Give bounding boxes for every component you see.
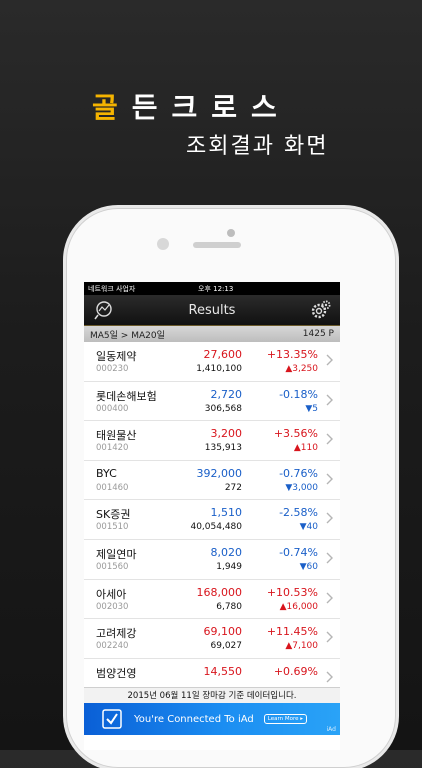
chevron-right-icon [326,433,333,445]
promo-title: 골든크로스 [92,86,291,126]
section-count: 1425 P [302,329,334,339]
stock-percent: -2.58% [279,506,318,520]
stock-price: 27,600 [203,348,243,361]
stock-percent: +13.35% [266,348,318,361]
section-label: MA5일 > MA20일 [90,330,165,341]
stock-volume: 1,949 [216,561,242,572]
table-row[interactable]: 태원물산 001420 3,200 135,913 +3.56% ▲110 [84,421,340,461]
stock-code: 000400 [96,403,129,414]
navigation-bar: Results [84,295,340,326]
stock-price: 392,000 [196,466,243,480]
stock-name: SK증권 [96,508,131,522]
stock-volume: 69,027 [210,641,243,652]
stock-name: 일동제약 [96,350,137,363]
stock-change: ▲16,000 [279,601,318,612]
stock-volume: 1,410,100 [196,364,242,374]
stock-price: 14,550 [203,664,243,678]
chevron-right-icon [326,592,333,604]
stock-code: 001510 [96,522,129,533]
stock-code: 001420 [96,443,129,454]
stock-name: 태원물산 [96,429,137,443]
stock-change: ▲7,100 [285,641,318,652]
stock-change: ▲110 [293,443,318,454]
learn-more-button[interactable]: Learn More ▸ [263,714,307,724]
stock-volume: 272 [224,482,242,493]
stock-price: 8,020 [210,545,243,559]
stock-code: 000230 [96,364,129,374]
stock-percent: +3.56% [273,427,318,441]
stock-volume: 6,780 [216,601,242,612]
stock-price: 1,510 [210,506,243,520]
stock-change: ▼5 [305,403,318,414]
stock-volume: 135,913 [204,443,242,454]
stock-price: 69,100 [203,625,243,639]
nav-title: Results [188,302,236,318]
stock-percent: -0.74% [279,545,318,559]
status-bar: 네트워크 사업자 오후 12:13 [84,282,340,295]
stock-percent: -0.76% [279,466,318,480]
section-header: MA5일 > MA20일 1425 P [84,326,340,342]
stock-change: ▼40 [299,522,318,533]
stock-percent: +0.69% [273,664,318,678]
stock-name: 아세아 [96,587,127,601]
carrier-label: 네트워크 사업자 [88,284,136,293]
table-row[interactable]: BYC 001460 392,000 272 -0.76% ▼3,000 [84,461,340,501]
chevron-right-icon [326,473,333,485]
stock-name: 고려제강 [96,627,137,641]
iad-text: You're Connected To iAd [134,713,254,725]
chevron-right-icon [326,512,333,524]
earpiece-speaker [193,242,241,248]
stock-price: 168,000 [196,585,243,599]
stock-code: 002240 [96,641,129,652]
app-screen: 네트워크 사업자 오후 12:13 Results MA5일 > MA20일 1… [84,282,340,750]
chevron-right-icon [326,552,333,564]
promo-title-rest: 든크로스 [131,91,291,124]
stock-code: 002030 [96,601,129,612]
stock-volume: 40,054,480 [190,522,242,533]
status-time: 오후 12:13 [198,284,234,293]
stock-change: ▼3,000 [285,482,318,493]
chevron-right-icon [326,394,333,406]
table-row[interactable]: 고려제강 002240 69,100 69,027 +11.45% ▲7,100 [84,619,340,659]
table-row[interactable]: 롯데손해보험 000400 2,720 306,568 -0.18% ▼5 [84,382,340,422]
stock-volume: 306,568 [204,403,242,414]
promo-title-accent: 골 [92,91,132,124]
table-row[interactable]: SK증권 001510 1,510 40,054,480 -2.58% ▼40 [84,500,340,540]
checkbox-icon [102,709,122,729]
stock-name: 제일연마 [96,547,137,561]
stock-name: 범양건영 [96,666,137,680]
stock-name: 롯데손해보험 [96,389,157,403]
promo-subtitle: 조회결과 화면 [186,134,329,159]
front-camera [227,229,235,237]
stock-percent: +10.53% [266,585,318,599]
chevron-right-icon [326,631,333,643]
table-row[interactable]: 아세아 002030 168,000 6,780 +10.53% ▲16,000 [84,580,340,620]
stock-code: 001560 [96,561,129,572]
front-sensor [157,238,169,250]
stock-price: 2,720 [210,387,243,401]
table-row[interactable]: 일동제약 000230 27,600 1,410,100 +13.35% ▲3,250 [84,342,340,382]
iad-banner[interactable]: You're Connected To iAd Learn More ▸ iAd [84,703,340,735]
chart-search-icon[interactable] [94,300,114,320]
footer-note: 2015년 06월 11일 장마감 기준 데이터입니다. [84,687,340,704]
stock-code: 001460 [96,482,129,493]
stock-name: BYC [96,466,117,480]
gear-icon[interactable] [310,299,332,321]
table-row[interactable]: 제일연마 001560 8,020 1,949 -0.74% ▼60 [84,540,340,580]
stock-percent: +11.45% [266,625,318,639]
iad-logo: iAd [326,726,336,733]
chevron-right-icon [326,354,333,366]
stock-change: ▲3,250 [285,364,318,374]
results-list: 일동제약 000230 27,600 1,410,100 +13.35% ▲3,250 롯데… [84,342,340,699]
stock-price: 3,200 [210,427,243,441]
stock-percent: -0.18% [279,387,318,401]
chevron-right-icon [326,671,333,683]
stock-change: ▼60 [299,561,318,572]
